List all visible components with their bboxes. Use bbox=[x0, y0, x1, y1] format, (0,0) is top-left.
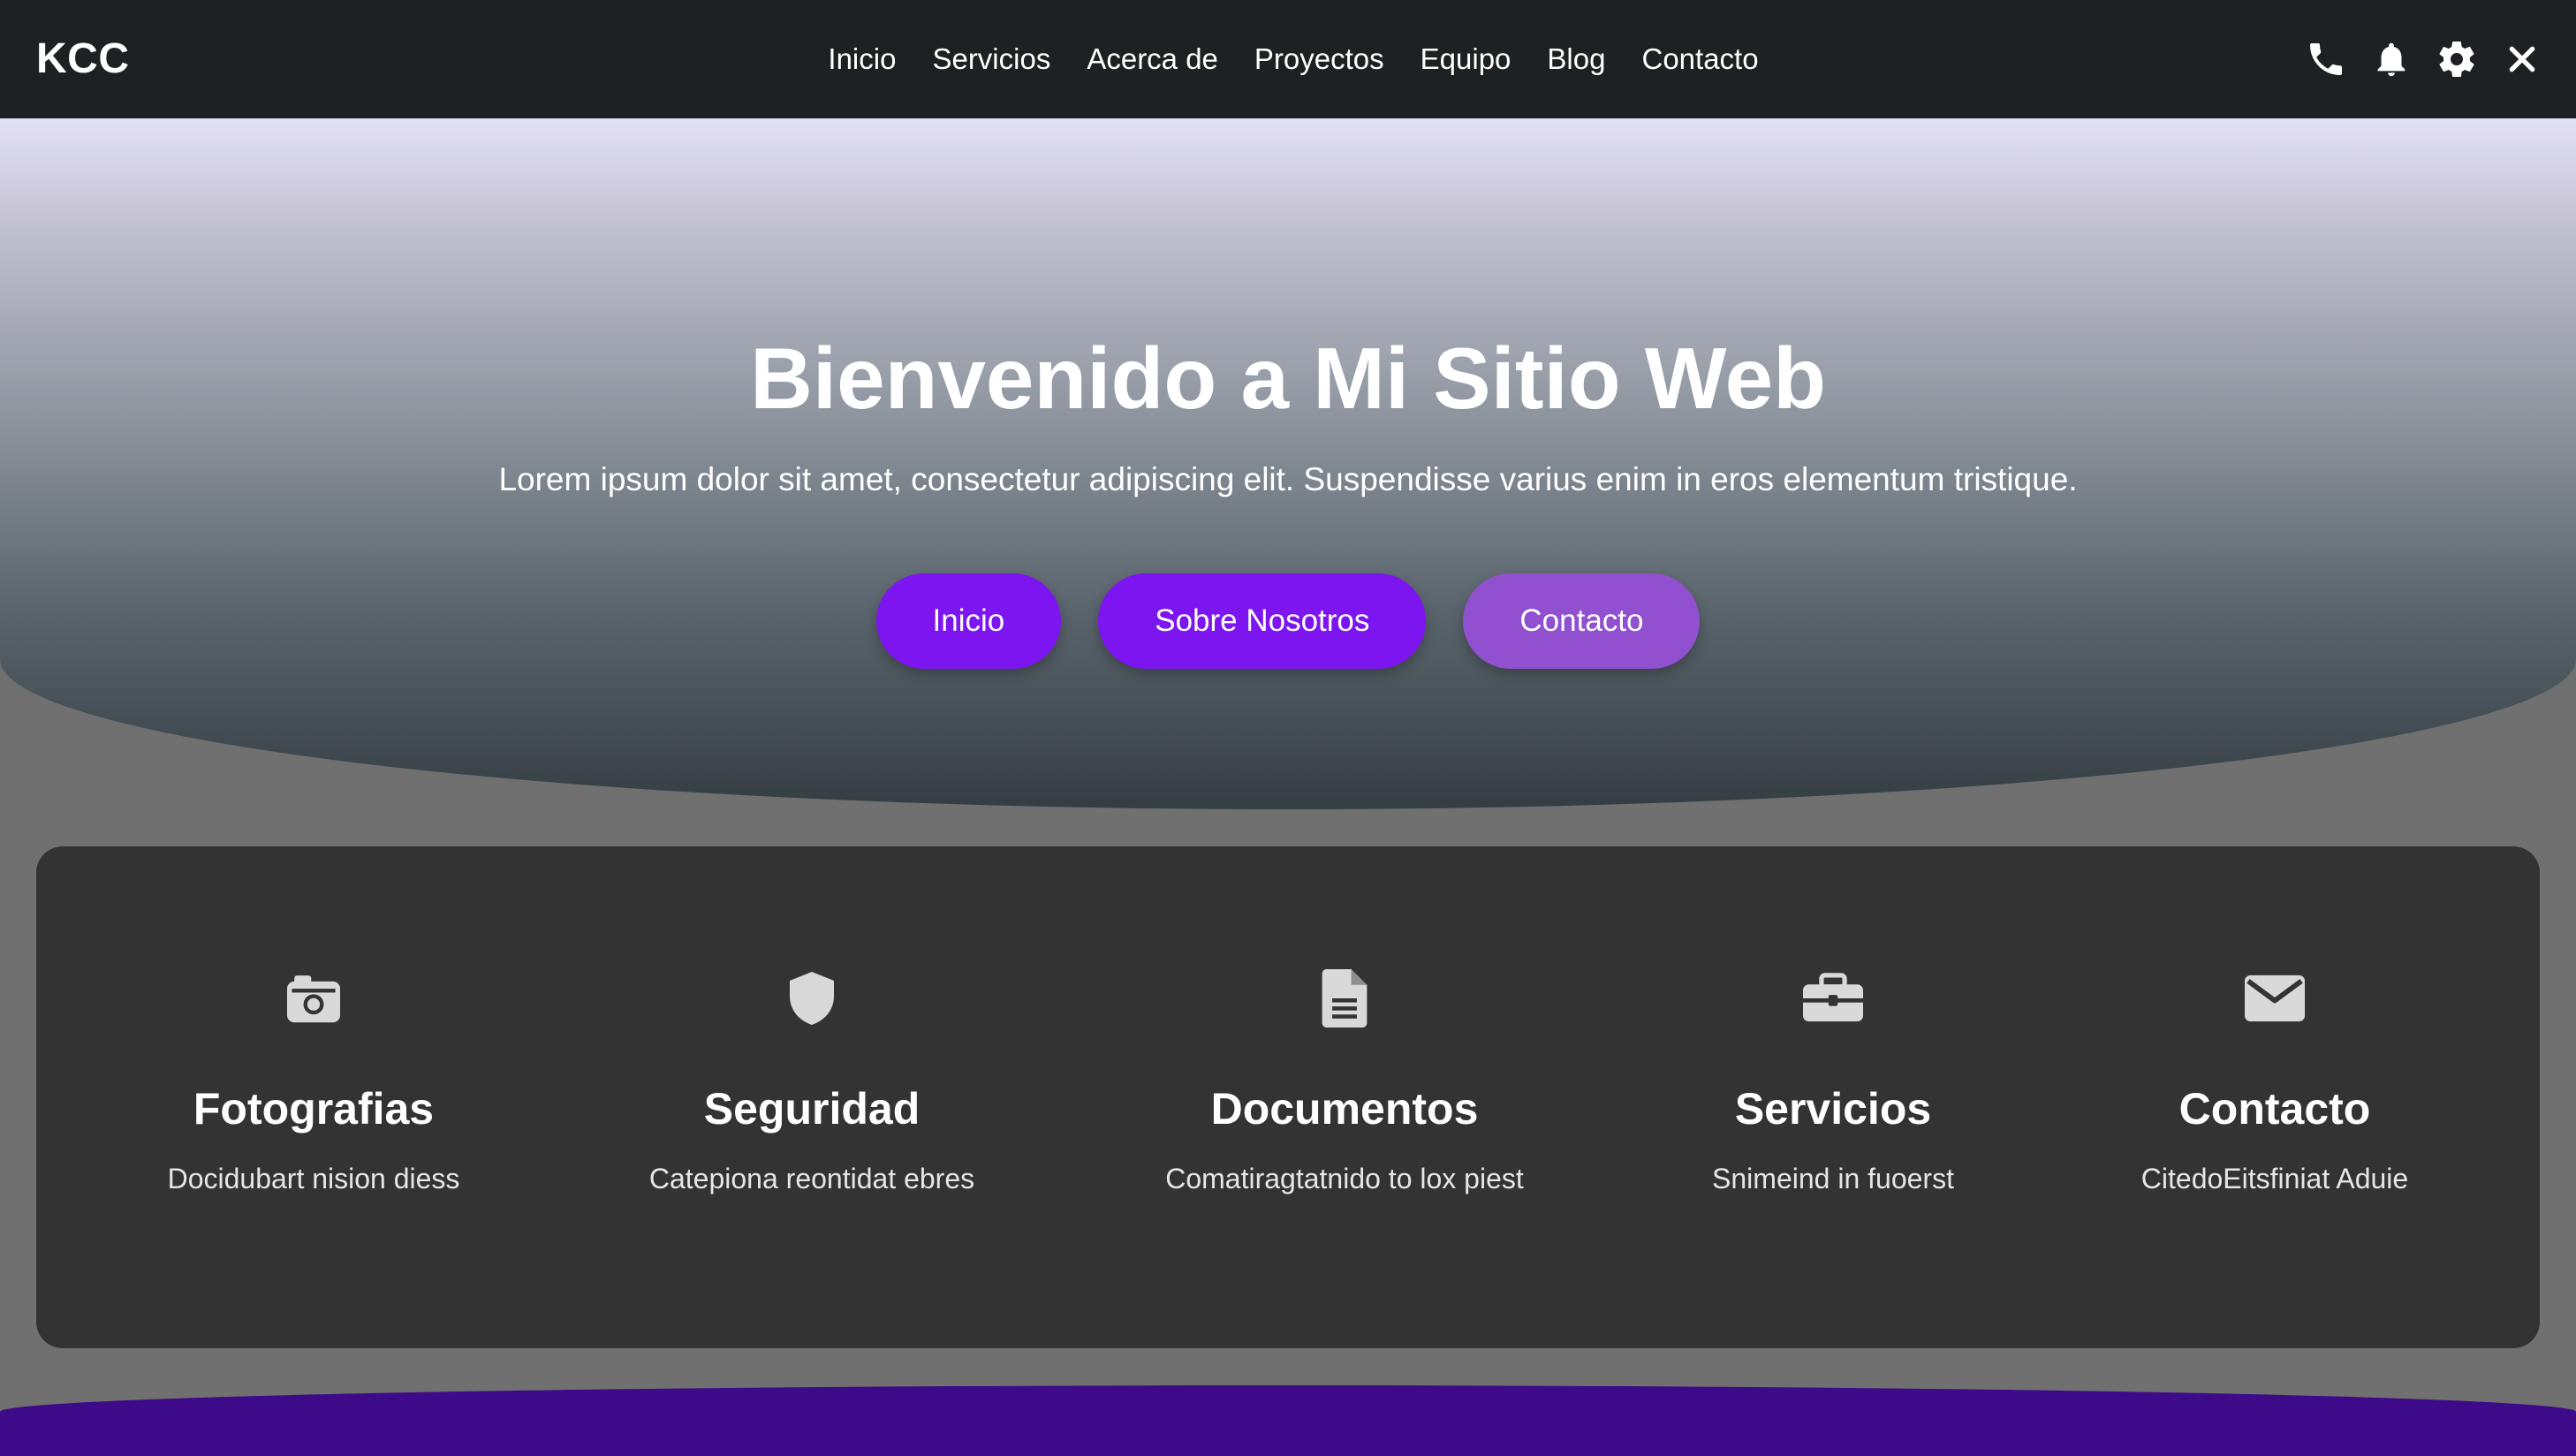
close-icon[interactable] bbox=[2500, 37, 2544, 81]
nav-link-inicio[interactable]: Inicio bbox=[828, 42, 896, 76]
feature-documentos[interactable]: Documentos Comatiragtatnido to lox piest bbox=[1033, 846, 1656, 1348]
feature-description: Snimeind in fuoerst bbox=[1712, 1163, 1954, 1194]
document-icon bbox=[1313, 967, 1376, 1030]
inicio-button[interactable]: Inicio bbox=[875, 573, 1062, 669]
feature-title: Documentos bbox=[1210, 1084, 1479, 1134]
features-card: Fotografias Docidubart nision diess Segu… bbox=[36, 846, 2540, 1348]
navbar: KCC Inicio Servicios Acerca de Proyectos… bbox=[0, 0, 2576, 118]
camera-icon bbox=[282, 967, 345, 1030]
contacto-button[interactable]: Contacto bbox=[1463, 573, 1701, 669]
feature-title: Fotografias bbox=[193, 1084, 435, 1134]
feature-servicios[interactable]: Servicios Snimeind in fuoerst bbox=[1656, 846, 2010, 1348]
feature-seguridad[interactable]: Seguridad Catepiona reontidat ebres bbox=[591, 846, 1033, 1348]
nav-link-proyectos[interactable]: Proyectos bbox=[1254, 42, 1384, 76]
hero-subtitle: Lorem ipsum dolor sit amet, consectetur … bbox=[498, 461, 2078, 497]
nav-link-blog[interactable]: Blog bbox=[1547, 42, 1605, 76]
phone-icon[interactable] bbox=[2304, 37, 2348, 81]
nav-link-contacto[interactable]: Contacto bbox=[1641, 42, 1758, 76]
bell-icon[interactable] bbox=[2369, 37, 2413, 81]
hero-section: Bienvenido a Mi Sitio Web Lorem ipsum do… bbox=[0, 118, 2576, 809]
feature-fotografias[interactable]: Fotografias Docidubart nision diess bbox=[36, 846, 591, 1348]
feature-contacto[interactable]: Contacto CitedoEitsfiniat Aduie bbox=[2010, 846, 2540, 1348]
nav-menu: Inicio Servicios Acerca de Proyectos Equ… bbox=[0, 0, 2576, 118]
feature-description: Catepiona reontidat ebres bbox=[648, 1163, 975, 1194]
feature-title: Servicios bbox=[1734, 1084, 1932, 1134]
envelope-icon bbox=[2243, 967, 2307, 1030]
gear-icon[interactable] bbox=[2435, 37, 2479, 81]
sobre-nosotros-button[interactable]: Sobre Nosotros bbox=[1098, 573, 1427, 669]
feature-description: CitedoEitsfiniat Aduie bbox=[2140, 1163, 2409, 1194]
nav-link-servicios[interactable]: Servicios bbox=[932, 42, 1050, 76]
nav-icon-group bbox=[2304, 0, 2544, 118]
feature-title: Seguridad bbox=[703, 1084, 921, 1134]
nav-link-acerca-de[interactable]: Acerca de bbox=[1087, 42, 1218, 76]
feature-description: Docidubart nision diess bbox=[167, 1163, 460, 1194]
feature-title: Contacto bbox=[2178, 1084, 2371, 1134]
bottom-section-edge bbox=[0, 1385, 2576, 1456]
nav-link-equipo[interactable]: Equipo bbox=[1421, 42, 1512, 76]
briefcase-icon bbox=[1801, 967, 1865, 1030]
hero-button-group: Inicio Sobre Nosotros Contacto bbox=[0, 573, 2576, 669]
hero-title: Bienvenido a Mi Sitio Web bbox=[750, 330, 1826, 427]
shield-icon bbox=[780, 967, 844, 1030]
feature-description: Comatiragtatnido to lox piest bbox=[1165, 1163, 1524, 1194]
